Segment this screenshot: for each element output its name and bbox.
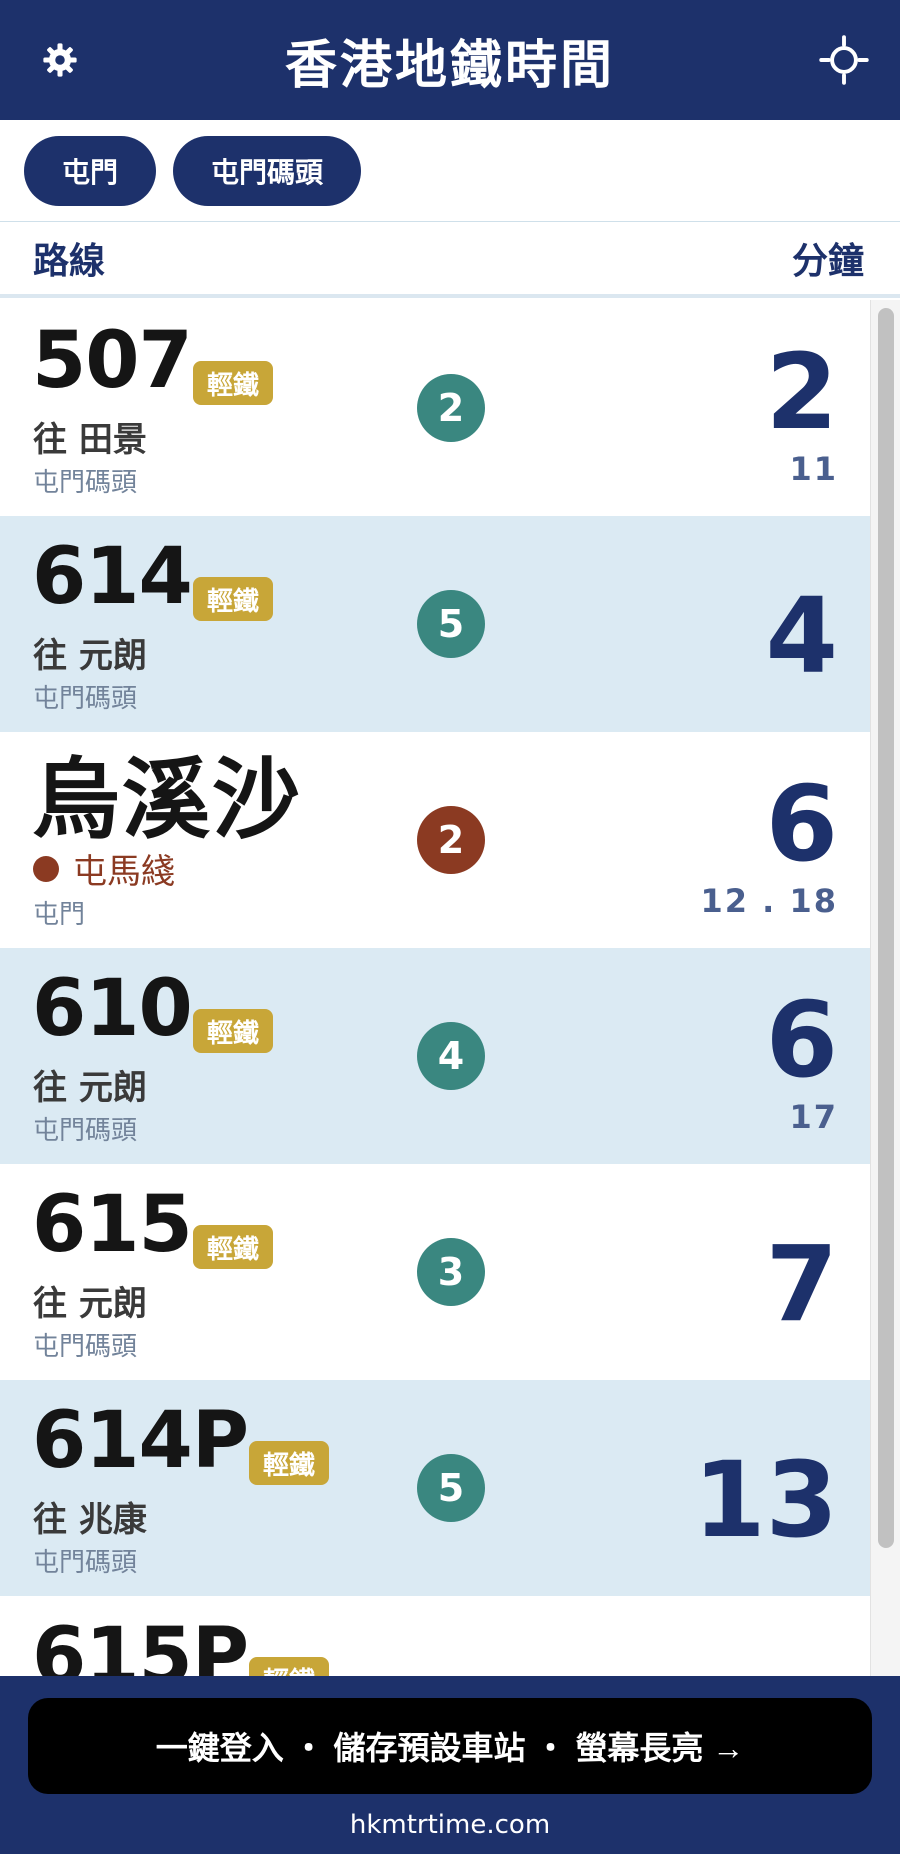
platform-badge: 2 xyxy=(417,374,485,442)
scrollbar-thumb[interactable] xyxy=(878,308,894,1548)
light-rail-badge: 輕鐵 xyxy=(193,1225,274,1269)
tuen-ma-line-dot-icon xyxy=(33,855,59,882)
minutes-value: 13 xyxy=(693,1439,838,1561)
stop-name: 屯門碼頭 xyxy=(33,1116,138,1146)
route-destination: 烏溪沙 xyxy=(32,748,303,851)
route-number: 614P xyxy=(32,1396,249,1486)
line-name: 屯馬綫 xyxy=(73,852,175,892)
minutes-value: 6 xyxy=(765,979,838,1101)
route-number: 610 xyxy=(32,964,193,1054)
light-rail-badge: 輕鐵 xyxy=(193,577,274,621)
minutes-value: 2 xyxy=(765,331,838,453)
crosshair-icon[interactable] xyxy=(814,30,874,90)
platform-badge: 3 xyxy=(417,1238,485,1306)
minutes-value: 4 xyxy=(765,575,838,697)
stop-name: 屯門 xyxy=(33,900,86,930)
route-number: 615 xyxy=(32,1180,193,1270)
platform-badge: 2 xyxy=(417,806,485,874)
minutes-value: 6 xyxy=(765,763,838,885)
route-number: 614 xyxy=(32,532,193,622)
stop-name: 屯門碼頭 xyxy=(33,1548,138,1578)
station-chip-tuen-mun[interactable]: 屯門 xyxy=(24,135,157,206)
minutes-value: 7 xyxy=(765,1223,838,1345)
arrival-row[interactable]: 610 輕鐵 往 元朗 屯門碼頭 4 6 17 xyxy=(0,948,870,1164)
destination: 往 元朗 xyxy=(33,636,147,676)
login-cta-button[interactable]: 一鍵登入 ・ 儲存預設車站 ・ 螢幕長亮 → xyxy=(28,1698,872,1794)
station-chip-tuen-mun-ferry-pier[interactable]: 屯門碼頭 xyxy=(173,135,362,206)
arrival-row[interactable]: 615 輕鐵 往 元朗 屯門碼頭 3 7 xyxy=(0,1164,870,1380)
gear-icon[interactable] xyxy=(30,30,90,90)
route-number: 507 xyxy=(32,316,193,406)
app-header: 香港地鐵時間 xyxy=(0,0,900,120)
column-minutes-label: 分鐘 xyxy=(791,241,864,282)
scrollbar[interactable] xyxy=(870,300,900,1676)
footer: 一鍵登入 ・ 儲存預設車站 ・ 螢幕長亮 → hkmtrtime.com xyxy=(0,1676,900,1854)
arrival-list: 507 輕鐵 往 田景 屯門碼頭 2 2 11 614 輕鐵 往 元朗 屯門碼頭… xyxy=(0,300,870,1676)
destination: 往 田景 xyxy=(33,420,147,460)
next-minutes: 12 . 18 xyxy=(700,882,838,920)
destination: 往 元朗 xyxy=(33,1284,147,1324)
light-rail-badge: 輕鐵 xyxy=(249,1441,330,1485)
arrival-row[interactable]: 614P 輕鐵 往 兆康 屯門碼頭 5 13 xyxy=(0,1380,870,1596)
site-url[interactable]: hkmtrtime.com xyxy=(0,1810,900,1840)
stop-name: 屯門碼頭 xyxy=(33,468,138,498)
column-header: 路線 分鐘 xyxy=(0,222,900,298)
light-rail-badge: 輕鐵 xyxy=(193,361,274,405)
column-route-label: 路線 xyxy=(33,241,106,282)
stop-name: 屯門碼頭 xyxy=(33,684,138,714)
destination: 往 兆康 xyxy=(33,1500,147,1540)
arrival-row[interactable]: 615P 輕鐵 xyxy=(0,1596,870,1676)
stop-name: 屯門碼頭 xyxy=(33,1332,138,1362)
destination: 往 元朗 xyxy=(33,1068,147,1108)
page-title: 香港地鐵時間 xyxy=(284,35,615,96)
platform-badge: 5 xyxy=(417,1454,485,1522)
light-rail-badge: 輕鐵 xyxy=(249,1657,330,1676)
station-chips: 屯門 屯門碼頭 xyxy=(0,120,900,222)
arrival-row[interactable]: 烏溪沙 屯馬綫 屯門 2 6 12 . 18 xyxy=(0,732,870,948)
route-number: 615P xyxy=(32,1612,249,1676)
next-minutes: 11 xyxy=(789,450,838,488)
platform-badge: 5 xyxy=(417,590,485,658)
arrival-row[interactable]: 614 輕鐵 往 元朗 屯門碼頭 5 4 xyxy=(0,516,870,732)
next-minutes: 17 xyxy=(789,1098,838,1136)
platform-badge: 4 xyxy=(417,1022,485,1090)
arrival-row[interactable]: 507 輕鐵 往 田景 屯門碼頭 2 2 11 xyxy=(0,300,870,516)
light-rail-badge: 輕鐵 xyxy=(193,1009,274,1053)
line-indicator: 屯馬綫 xyxy=(33,844,175,893)
